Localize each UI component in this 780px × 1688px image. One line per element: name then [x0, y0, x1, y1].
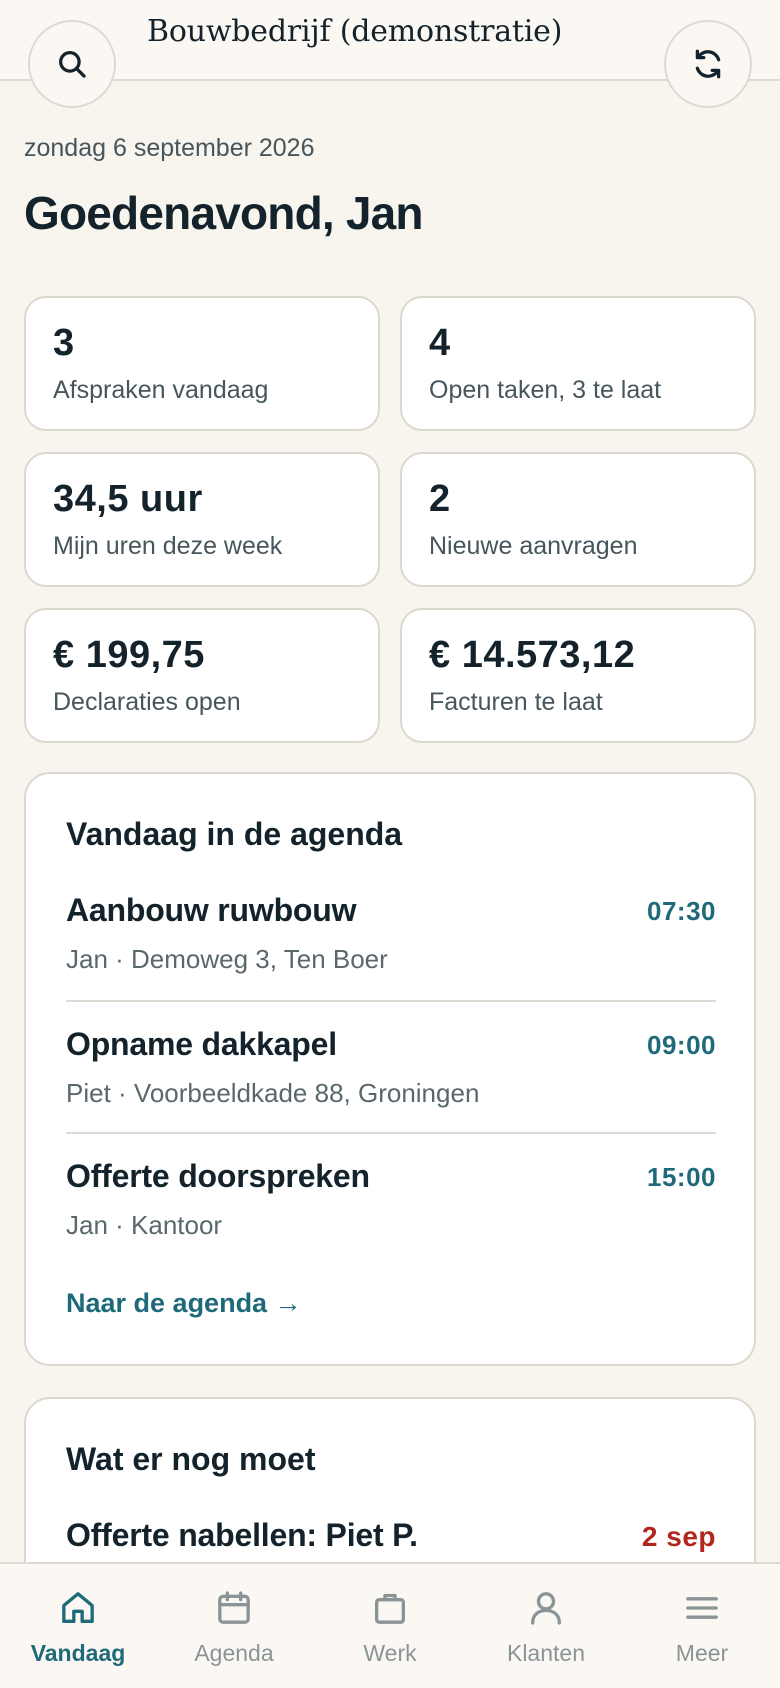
divider	[66, 1000, 716, 1002]
stat-label: Nieuwe aanvragen	[429, 532, 638, 560]
stat-value: € 14.573,12	[429, 634, 636, 676]
stat-value: 3	[53, 322, 75, 364]
bottom-navigation: Vandaag Agenda Werk Klanten Meer	[0, 1562, 780, 1688]
stat-label: Open taken, 3 te laat	[429, 376, 662, 404]
agenda-item-time: 07:30	[647, 896, 716, 926]
stat-card-requests[interactable]: 2 Nieuwe aanvragen	[400, 452, 756, 587]
todo-title: Wat er nog moet	[66, 1441, 316, 1477]
agenda-item-details: Jan · Demoweg 3, Ten Boer	[66, 944, 388, 974]
person-icon	[531, 1592, 561, 1625]
agenda-item-title: Offerte doorspreken	[66, 1158, 370, 1194]
agenda-link[interactable]: Naar de agenda →	[66, 1288, 302, 1319]
stat-label: Mijn uren deze week	[53, 532, 283, 560]
greeting: Goedenavond, Jan	[24, 187, 424, 239]
stat-value: € 199,75	[53, 634, 205, 676]
nav-item-klanten[interactable]: Klanten	[468, 1564, 624, 1688]
stat-card-appointments[interactable]: 3 Afspraken vandaag	[24, 296, 380, 431]
agenda-item-title: Opname dakkapel	[66, 1026, 337, 1062]
stat-value: 2	[429, 478, 451, 520]
agenda-item-time: 09:00	[647, 1030, 716, 1060]
stat-card-open-tasks[interactable]: 4 Open taken, 3 te laat	[400, 296, 756, 431]
current-date: zondag 6 september 2026	[24, 134, 315, 162]
nav-label: Meer	[675, 1640, 729, 1666]
calendar-icon	[218, 1591, 250, 1624]
menu-icon	[686, 1597, 718, 1619]
stat-label: Facturen te laat	[429, 688, 603, 716]
app: Bouwbedrijf (demonstratie) zondag 6 sept…	[0, 0, 780, 1688]
nav-label: Agenda	[194, 1640, 274, 1666]
top-bar: Bouwbedrijf (demonstratie)	[0, 0, 780, 81]
agenda-item-details: Jan · Kantoor	[66, 1210, 223, 1240]
stat-card-overdue-invoices[interactable]: € 14.573,12 Facturen te laat	[400, 608, 756, 743]
agenda-item[interactable]: Aanbouw ruwbouw 07:30 Jan · Demoweg 3, T…	[66, 892, 716, 1002]
nav-item-vandaag[interactable]: Vandaag	[0, 1564, 156, 1688]
stat-card-expenses[interactable]: € 199,75 Declaraties open	[24, 608, 380, 743]
search-icon	[59, 51, 86, 78]
nav-item-agenda[interactable]: Agenda	[156, 1564, 312, 1688]
nav-label: Klanten	[506, 1640, 585, 1666]
stat-value: 4	[429, 322, 451, 364]
agenda-item-time: 15:00	[647, 1162, 716, 1192]
nav-label: Werk	[363, 1640, 417, 1666]
nav-item-werk[interactable]: Werk	[312, 1564, 468, 1688]
agenda-item[interactable]: Offerte doorspreken 15:00 Jan · Kantoor	[66, 1158, 716, 1268]
agenda-title: Vandaag in de agenda	[66, 816, 403, 852]
nav-label: Vandaag	[30, 1640, 126, 1666]
stat-label: Afspraken vandaag	[53, 376, 269, 404]
search-button[interactable]	[28, 20, 116, 108]
agenda-item[interactable]: Opname dakkapel 09:00 Piet · Voorbeeldka…	[66, 1026, 716, 1136]
divider	[66, 1132, 716, 1134]
refresh-button[interactable]	[664, 20, 752, 108]
agenda-panel: Vandaag in de agenda Aanbouw ruwbouw 07:…	[24, 772, 756, 1366]
home-icon	[62, 1592, 94, 1623]
brand-title: Bouwbedrijf (demonstratie)	[147, 14, 563, 49]
stat-value: 34,5 uur	[53, 478, 203, 520]
stat-card-hours[interactable]: 34,5 uur Mijn uren deze week	[24, 452, 380, 587]
nav-item-meer[interactable]: Meer	[624, 1564, 780, 1688]
agenda-item-details: Piet · Voorbeeldkade 88, Groningen	[66, 1078, 480, 1108]
todo-item-due: 2 sep	[641, 1521, 716, 1552]
refresh-icon	[695, 49, 721, 79]
briefcase-icon	[375, 1593, 405, 1624]
stat-label: Declaraties open	[53, 688, 241, 716]
todo-item-title: Offerte nabellen: Piet P.	[66, 1517, 418, 1553]
agenda-item-title: Aanbouw ruwbouw	[66, 892, 357, 928]
